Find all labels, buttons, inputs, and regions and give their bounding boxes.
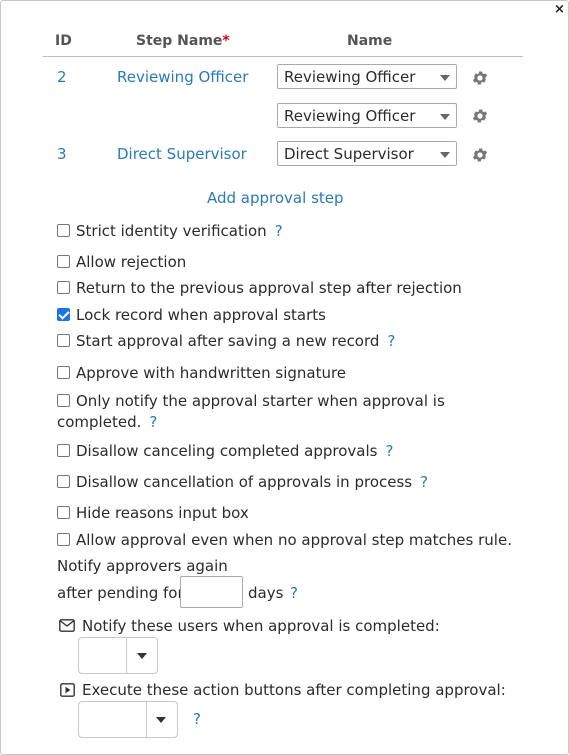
help-icon[interactable]: ? — [387, 332, 395, 350]
approval-settings-dialog: × ID Step Name* Name 2 Reviewing Officer… — [0, 0, 569, 755]
close-icon[interactable]: × — [554, 3, 565, 17]
checkbox[interactable] — [57, 255, 70, 268]
envelope-icon — [59, 619, 75, 632]
option-hide-reasons-input[interactable]: Hide reasons input box — [57, 504, 249, 522]
caret-down-icon — [137, 653, 147, 659]
header-divider — [43, 56, 523, 57]
chevron-down-icon — [440, 75, 450, 81]
option-strict-identity-verification[interactable]: Strict identity verification? — [57, 222, 283, 240]
option-label: Approve with handwritten signature — [76, 364, 347, 382]
option-label: Start approval after saving a new record — [76, 332, 380, 350]
caret-down-icon — [156, 717, 166, 723]
approver-select-value: Reviewing Officer — [284, 68, 416, 86]
gear-icon[interactable] — [471, 107, 489, 125]
approver-select[interactable]: Direct Supervisor — [277, 141, 457, 166]
gear-icon[interactable] — [471, 69, 489, 87]
play-button-icon — [60, 683, 75, 697]
option-label: Return to the previous approval step aft… — [76, 279, 462, 297]
checkbox[interactable] — [57, 224, 70, 237]
checkbox[interactable] — [57, 366, 70, 379]
checkbox[interactable] — [57, 394, 70, 407]
option-handwritten-signature[interactable]: Approve with handwritten signature — [57, 364, 346, 382]
pending-days-input[interactable] — [180, 576, 243, 608]
checkbox[interactable] — [57, 533, 70, 546]
option-lock-record[interactable]: Lock record when approval starts — [57, 306, 326, 324]
gear-icon[interactable] — [471, 146, 489, 164]
help-icon[interactable]: ? — [149, 413, 157, 431]
option-label: Allow approval even when no approval ste… — [76, 531, 512, 549]
execute-actions-label: Execute these action buttons after compl… — [82, 681, 506, 699]
option-label: Lock record when approval starts — [76, 306, 326, 324]
approver-select-value: Reviewing Officer — [284, 107, 416, 125]
notify-again-label: Notify approvers again — [57, 557, 228, 575]
option-disallow-cancel-in-process[interactable]: Disallow cancellation of approvals in pr… — [57, 473, 428, 491]
required-mark: * — [222, 33, 230, 49]
option-only-notify-starter[interactable]: Only notify the approval starter when ap… — [57, 391, 445, 433]
help-icon[interactable]: ? — [275, 222, 283, 240]
add-approval-step-link[interactable]: Add approval step — [207, 189, 344, 207]
help-icon[interactable]: ? — [385, 442, 393, 460]
notify-users-label: Notify these users when approval is comp… — [82, 617, 440, 635]
checkbox[interactable] — [57, 444, 70, 457]
option-start-after-saving[interactable]: Start approval after saving a new record… — [57, 332, 395, 350]
option-disallow-cancel-completed[interactable]: Disallow canceling completed approvals? — [57, 442, 393, 460]
chevron-down-icon — [440, 114, 450, 120]
approver-select[interactable]: Reviewing Officer — [277, 64, 457, 89]
column-header-step-name: Step Name* — [136, 33, 230, 49]
option-return-previous-step[interactable]: Return to the previous approval step aft… — [57, 279, 462, 297]
step-id-3[interactable]: 3 — [57, 145, 67, 163]
step-id-2[interactable]: 2 — [57, 68, 67, 86]
checkbox[interactable] — [57, 334, 70, 347]
approver-select-value: Direct Supervisor — [284, 145, 414, 163]
checkbox-checked[interactable] — [57, 308, 70, 321]
approver-select[interactable]: Reviewing Officer — [277, 103, 457, 128]
option-label-continued: completed. — [57, 413, 142, 431]
option-allow-no-matching-step[interactable]: Allow approval even when no approval ste… — [57, 531, 512, 549]
action-buttons-dropdown[interactable] — [78, 701, 178, 738]
option-label: Disallow cancellation of approvals in pr… — [76, 473, 413, 491]
checkbox[interactable] — [57, 281, 70, 294]
chevron-down-icon — [440, 152, 450, 158]
help-icon[interactable]: ? — [420, 473, 428, 491]
checkbox[interactable] — [57, 506, 70, 519]
option-label: Allow rejection — [76, 253, 187, 271]
notify-users-dropdown[interactable] — [78, 637, 158, 674]
checkbox[interactable] — [57, 475, 70, 488]
help-icon[interactable]: ? — [193, 710, 201, 728]
option-allow-rejection[interactable]: Allow rejection — [57, 253, 186, 271]
option-label: Only notify the approval starter when ap… — [76, 392, 445, 410]
step-name-direct-supervisor[interactable]: Direct Supervisor — [117, 145, 247, 163]
after-pending-label: after pending for — [57, 584, 184, 602]
column-header-name: Name — [347, 33, 393, 49]
option-label: Disallow canceling completed approvals — [76, 442, 378, 460]
help-icon[interactable]: ? — [290, 584, 298, 602]
option-label: Hide reasons input box — [76, 504, 249, 522]
days-unit-label: days — [248, 584, 284, 602]
step-name-reviewing-officer[interactable]: Reviewing Officer — [117, 68, 248, 86]
column-header-id: ID — [55, 33, 72, 49]
option-label: Strict identity verification — [76, 222, 267, 240]
